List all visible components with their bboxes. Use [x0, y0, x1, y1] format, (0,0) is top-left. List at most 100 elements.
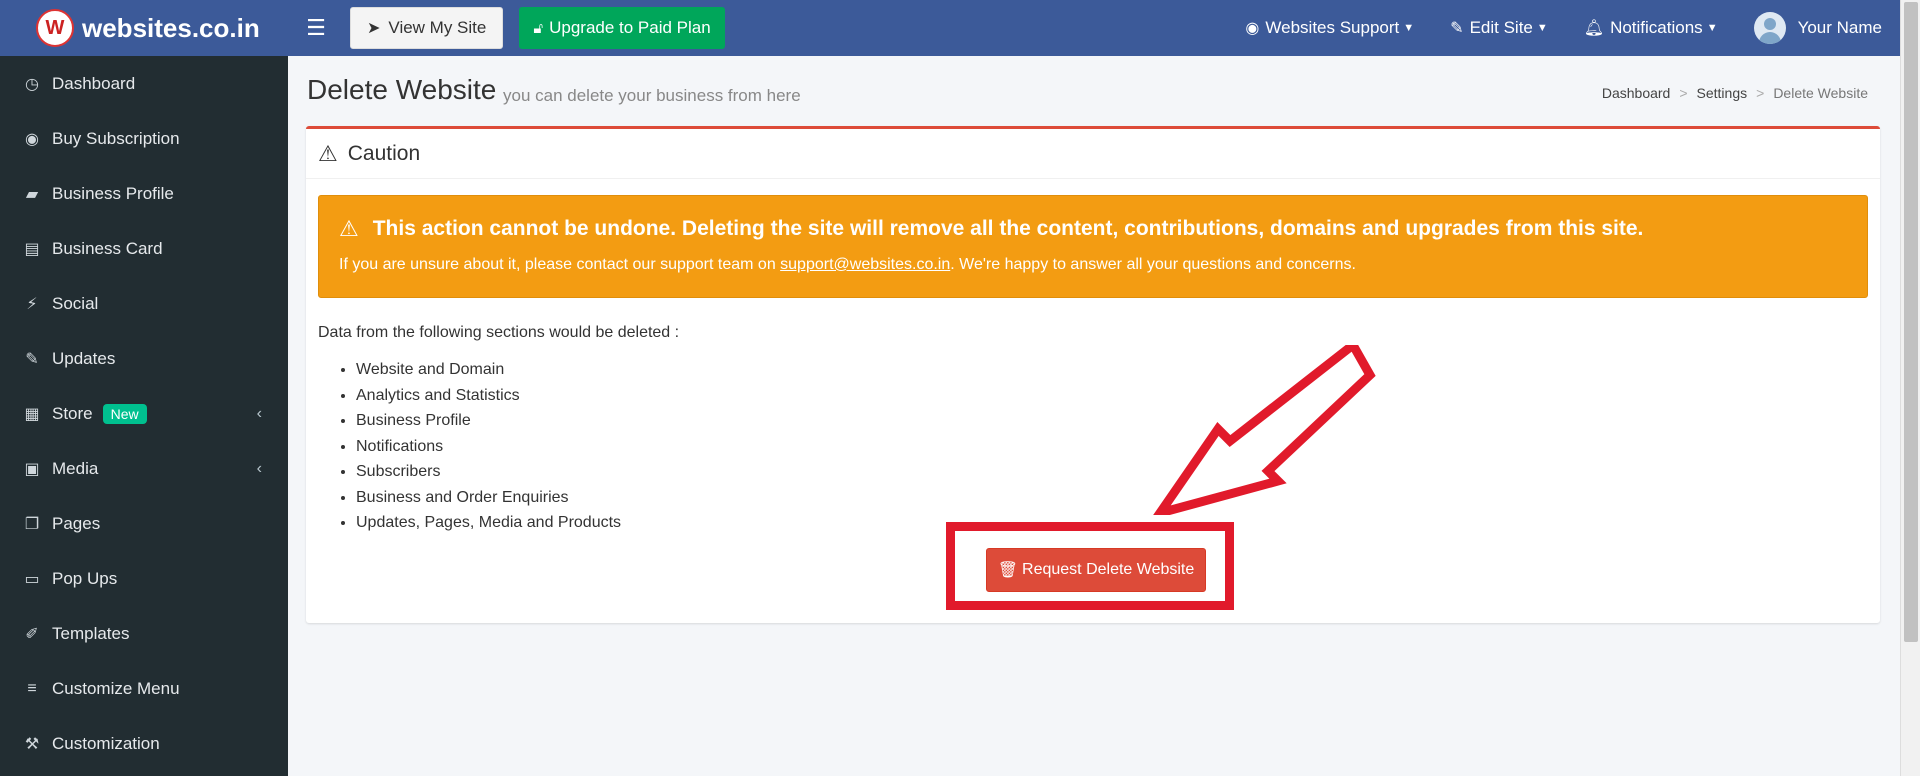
briefcase-icon: ▰ [25, 185, 39, 203]
list-item: Updates, Pages, Media and Products [356, 510, 621, 536]
new-badge: New [102, 403, 147, 424]
chevron-down-icon: ▼ [1403, 22, 1415, 34]
upgrade-button[interactable]: 🔓︎ Upgrade to Paid Plan [519, 7, 725, 49]
vertical-scrollbar[interactable] [1900, 0, 1920, 776]
unlock-icon: 🔓︎ [533, 19, 544, 37]
breadcrumb: Dashboard > Settings > Delete Website [1602, 85, 1868, 101]
alert-text: If you are unsure about it, please conta… [339, 256, 1356, 274]
circle-dot-icon: ◉ [25, 130, 39, 148]
caution-card: ⚠︎ Caution ⚠︎ This action cannot be undo… [306, 126, 1880, 623]
sidebar-item-label: Store [52, 403, 93, 423]
list-item: Subscribers [356, 459, 621, 485]
sidebar: ◷ Dashboard ◉ Buy Subscription ▰ Busines… [0, 56, 288, 776]
chevron-left-icon: ‹ [256, 459, 262, 477]
sidebar-item-updates[interactable]: ✎ Updates [0, 331, 288, 386]
list-item: Analytics and Statistics [356, 383, 621, 409]
alert-text-after: . We're happy to answer all your questio… [950, 256, 1356, 273]
warning-alert: ⚠︎ This action cannot be undone. Deletin… [318, 195, 1868, 298]
bars-icon: ≡ [27, 679, 37, 697]
annotation-arrow-shape [1153, 345, 1376, 515]
edit-icon: ✎ [1450, 20, 1464, 37]
user-menu[interactable]: Your Name [1753, 12, 1882, 44]
sidebar-item-customization[interactable]: ⚒︎ Customization [0, 716, 288, 771]
annotation-arrow [1153, 345, 1376, 515]
sidebar-item-pop-ups[interactable]: ▭ Pop Ups [0, 551, 288, 606]
sidebar-item-label: Templates [52, 623, 130, 643]
deleted-sections-list: Website and Domain Analytics and Statist… [356, 357, 621, 536]
alert-title: ⚠︎ This action cannot be undone. Deletin… [339, 216, 1643, 242]
sidebar-item-label: Customize Menu [52, 678, 180, 698]
upgrade-label: Upgrade to Paid Plan [549, 18, 711, 37]
list-item: Business and Order Enquiries [356, 485, 621, 511]
view-my-site-label: View My Site [388, 18, 487, 37]
brush-icon: ✐ [25, 625, 39, 643]
alert-title-text: This action cannot be undone. Deleting t… [372, 217, 1644, 240]
sidebar-item-label: Social [52, 293, 99, 313]
sidebar-item-dashboard[interactable]: ◷ Dashboard [0, 56, 288, 111]
sidebar-item-store[interactable]: ▦ Store New ‹ [0, 386, 288, 441]
sidebar-item-label: Customization [52, 733, 160, 753]
list-item: Business Profile [356, 408, 621, 434]
page-subtitle: you can delete your business from here [503, 86, 801, 105]
notifications-label: Notifications [1610, 18, 1703, 37]
support-email-link[interactable]: support@websites.co.in [780, 256, 950, 273]
sidebar-item-label: Business Card [52, 238, 163, 258]
sidebar-item-media[interactable]: ▣ Media ‹ [0, 441, 288, 496]
sidebar-item-label: Media [52, 458, 99, 478]
chevron-left-icon: ‹ [256, 404, 262, 422]
websites-support-label: Websites Support [1265, 18, 1400, 37]
sidebar-item-social[interactable]: ⚡︎ Social [0, 276, 288, 331]
menu-toggle-icon[interactable]: ☰ [296, 15, 336, 41]
top-navbar: W websites.co.in ☰ ➤ View My Site 🔓︎ Upg… [0, 0, 1900, 56]
breadcrumb-settings[interactable]: Settings [1697, 85, 1748, 101]
trash-icon: 🗑︎ [997, 562, 1019, 579]
brand-logo: W [36, 9, 74, 47]
sidebar-item-label: Business Profile [52, 183, 174, 203]
breadcrumb-separator: > [1756, 85, 1765, 101]
deletion-intro: Data from the following sections would b… [318, 324, 680, 341]
chevron-down-icon: ▼ [1706, 22, 1718, 34]
dashboard-icon: ◷ [25, 75, 39, 93]
bell-icon: 🔔︎ [1583, 20, 1605, 37]
sidebar-item-label: Pop Ups [52, 568, 118, 588]
sidebar-item-business-profile[interactable]: ▰ Business Profile [0, 166, 288, 221]
scrollbar-thumb[interactable] [1904, 2, 1918, 642]
avatar [1753, 12, 1786, 44]
id-card-icon: ▤ [24, 240, 40, 258]
sidebar-item-templates[interactable]: ✐ Templates [0, 606, 288, 661]
list-item: Website and Domain [356, 357, 621, 383]
sidebar-item-buy-subscription[interactable]: ◉ Buy Subscription [0, 111, 288, 166]
wrench-icon: ⚒︎ [24, 735, 40, 753]
top-right-menu: ◉ Websites Support ▼ ✎ Edit Site ▼ 🔔︎ No… [1209, 0, 1900, 56]
user-circle-icon: ◉ [1245, 20, 1260, 37]
sidebar-item-label: Pages [52, 513, 101, 533]
sidebar-item-label: Buy Subscription [52, 128, 180, 148]
sidebar-item-label: Updates [52, 348, 116, 368]
image-icon: ▣ [24, 460, 40, 478]
view-my-site-button[interactable]: ➤ View My Site [350, 7, 504, 49]
edit-site-label: Edit Site [1469, 18, 1533, 37]
edit-site-menu[interactable]: ✎ Edit Site ▼ [1450, 18, 1548, 38]
brand[interactable]: W websites.co.in [0, 0, 288, 56]
paper-plane-icon: ➤ [367, 20, 381, 37]
sidebar-item-customize-menu[interactable]: ≡ Customize Menu [0, 661, 288, 716]
page-title: Delete Website [307, 74, 497, 105]
warning-icon: ⚠︎ [339, 216, 359, 241]
notifications-menu[interactable]: 🔔︎ Notifications ▼ [1584, 18, 1718, 38]
highlight-box: 🗑︎ Request Delete Website [946, 522, 1234, 610]
copy-icon: ❐ [24, 515, 40, 533]
breadcrumb-dashboard[interactable]: Dashboard [1602, 85, 1671, 101]
alert-text-before: If you are unsure about it, please conta… [339, 256, 781, 273]
breadcrumb-current: Delete Website [1773, 85, 1868, 101]
main-content: Delete Website you can delete your busin… [288, 56, 1900, 776]
breadcrumb-separator: > [1679, 85, 1688, 101]
sidebar-item-pages[interactable]: ❐ Pages [0, 496, 288, 551]
brand-name: websites.co.in [82, 12, 260, 43]
window-icon: ▭ [24, 570, 40, 588]
warning-icon: ⚠︎ [318, 140, 338, 166]
websites-support-menu[interactable]: ◉ Websites Support ▼ [1245, 18, 1414, 38]
request-delete-label: Request Delete Website [1022, 561, 1195, 578]
request-delete-website-button[interactable]: 🗑︎ Request Delete Website [986, 548, 1206, 592]
plug-icon: ⚡︎ [26, 295, 38, 313]
sidebar-item-business-card[interactable]: ▤ Business Card [0, 221, 288, 276]
